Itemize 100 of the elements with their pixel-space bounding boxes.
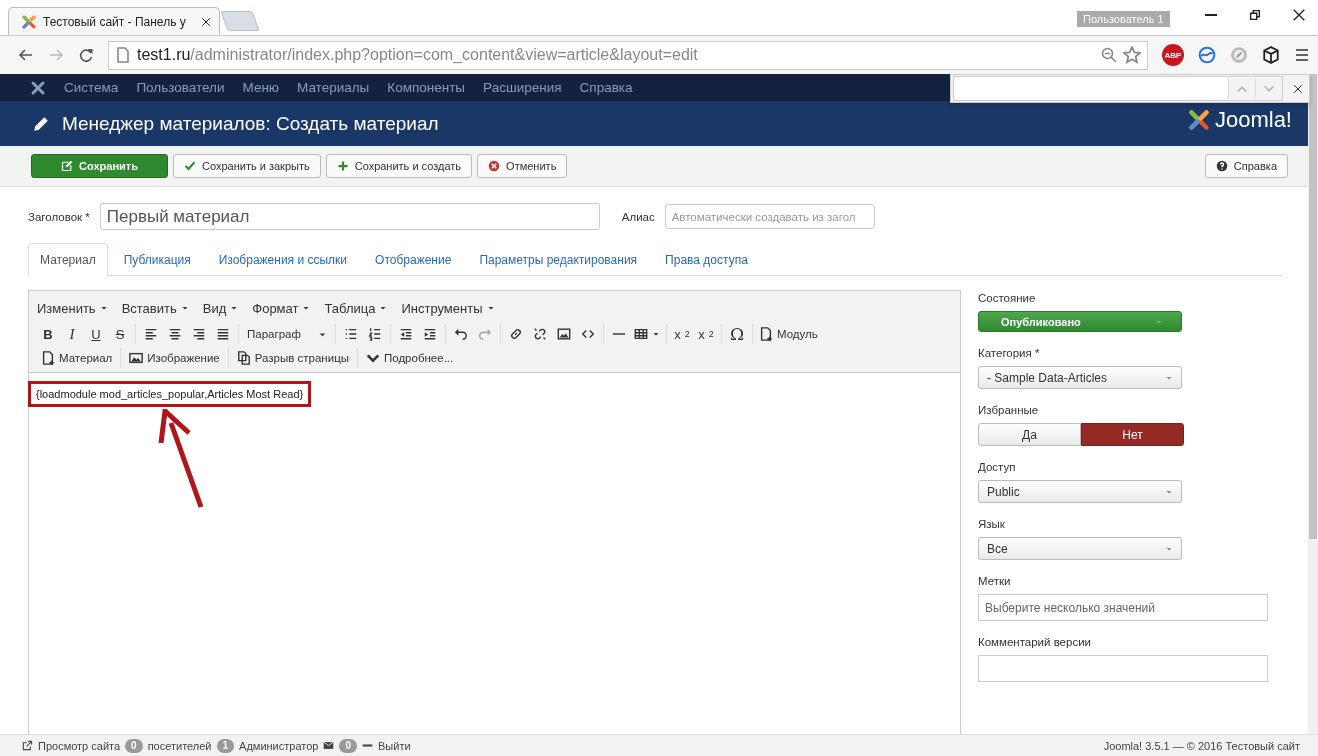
reload-button[interactable]: [78, 47, 94, 63]
address-bar[interactable]: test1.ru/administrator/index.php?option=com_content&view=article&layout=edit: [108, 40, 1148, 70]
adblock-button[interactable]: ABP: [1162, 44, 1184, 66]
editor-menu[interactable]: Вид: [202, 300, 239, 316]
scrollbar-thumb[interactable]: [1309, 74, 1317, 539]
toolbar-button[interactable]: Сохранить и создать: [325, 154, 473, 178]
form-tab[interactable]: Материал: [28, 243, 108, 276]
nav-menu-item[interactable]: Материалы: [297, 80, 370, 95]
form-tab[interactable]: Отображение: [363, 243, 464, 276]
field-label: Язык: [978, 518, 1006, 530]
nav-menu-item[interactable]: Меню: [242, 80, 279, 95]
editor-button[interactable]: x$^{2}$: [695, 324, 717, 344]
text-field[interactable]: [978, 655, 1268, 682]
toggle-option[interactable]: Нет: [1081, 423, 1184, 446]
nav-menu-item[interactable]: Расширения: [483, 80, 562, 95]
logout-link[interactable]: Выйти: [362, 739, 411, 752]
restore-button[interactable]: [1248, 8, 1262, 22]
caret-icon: [486, 304, 495, 312]
version-text: Joomla! 3.5.1 — © 2016 Тестовый сайт: [1103, 739, 1300, 752]
field-label: Категория *: [978, 347, 1041, 359]
form-tab[interactable]: Параметры редактирования: [467, 243, 650, 276]
editor-button[interactable]: Ω: [726, 324, 748, 344]
envelope-icon: [323, 740, 335, 751]
back-button[interactable]: [18, 47, 34, 63]
compass-icon: [1230, 46, 1248, 64]
align-left-icon: [144, 327, 158, 341]
editor-button[interactable]: Разрыв страницы: [232, 348, 353, 368]
find-close-button[interactable]: [1293, 83, 1303, 94]
count-badge: 1: [216, 738, 235, 753]
editor-button[interactable]: Материал: [37, 348, 117, 368]
nav-menu-item[interactable]: Пользователи: [136, 80, 225, 95]
close-button[interactable]: [1292, 8, 1306, 22]
dropdown[interactable]: - Sample Data-Articles: [978, 366, 1182, 389]
editor-menu[interactable]: Инструменты: [401, 300, 495, 316]
toolbar-button[interactable]: Сохранить и закрыть: [173, 154, 321, 178]
save-button[interactable]: Сохранить: [31, 154, 168, 178]
indent-icon: [423, 327, 437, 341]
editor-menu[interactable]: Таблица: [324, 300, 388, 316]
forward-icon: [48, 47, 64, 63]
logo-text: Joomla!: [1214, 107, 1292, 133]
tab-close-button[interactable]: [201, 16, 211, 27]
editor-menu[interactable]: Вставить: [121, 300, 189, 316]
close-icon: [201, 16, 211, 27]
cube-icon: [1262, 46, 1280, 64]
edit-icon: [61, 160, 74, 172]
editor-menu[interactable]: Изменить: [37, 300, 108, 316]
minimize-icon: [1204, 14, 1218, 16]
status-text: посетителей: [147, 739, 212, 752]
dropdown[interactable]: Все: [978, 537, 1182, 560]
nav-menu-item[interactable]: Система: [64, 80, 119, 95]
toggle-option[interactable]: Да: [978, 423, 1081, 446]
dropdown[interactable]: Public: [978, 480, 1182, 503]
editor-button[interactable]: B: [37, 324, 59, 344]
restore-icon: [1248, 8, 1262, 22]
form-tab[interactable]: Изображения и ссылки: [206, 243, 360, 276]
alias-field[interactable]: Автоматически создавать из загол: [664, 204, 875, 229]
check-icon: [184, 160, 196, 172]
editor-button[interactable]: Модуль: [757, 324, 820, 344]
field-label: Заголовок *: [28, 210, 90, 223]
editor-button[interactable]: I: [61, 324, 83, 344]
editor-button[interactable]: Изображение: [125, 348, 224, 368]
numbered-list-icon: [368, 327, 382, 341]
zoom-button[interactable]: [1101, 47, 1117, 63]
form-tab[interactable]: Публикация: [111, 243, 203, 276]
caret-icon: [302, 304, 311, 312]
url-text: test1.ru/administrator/index.php?option=com_content&view=article&layout=edit: [137, 46, 699, 64]
image-icon: [129, 351, 144, 365]
caret-icon: [379, 304, 388, 312]
nav-menu-item[interactable]: Справка: [579, 80, 633, 95]
extension-button[interactable]: [1262, 46, 1280, 64]
editor-button[interactable]: Подробнее...: [362, 348, 458, 368]
close-icon: [1292, 8, 1306, 22]
nav-menu-item[interactable]: Компоненты: [387, 80, 466, 95]
joomla-logo-icon: [21, 13, 37, 30]
dropdown[interactable]: Опубликовано: [978, 311, 1182, 332]
bookmark-button[interactable]: [1123, 46, 1141, 64]
link-icon: [509, 327, 523, 341]
help-button[interactable]: Справка: [1204, 154, 1288, 178]
field-label: Доступ: [978, 461, 1017, 473]
text-field[interactable]: Выберите несколько значений: [978, 594, 1268, 621]
menu-icon: [1294, 47, 1310, 63]
scrollbar[interactable]: [1308, 74, 1318, 734]
tab-title: Тестовый сайт - Панель у: [43, 14, 187, 29]
close-icon: [1293, 83, 1303, 94]
editor-button[interactable]: U: [85, 324, 107, 344]
editor-area[interactable]: {loadmodule mod_articles_popular,Articles Most Read}: [29, 373, 960, 734]
editor-button[interactable]: S: [109, 324, 131, 344]
joomla-logo-icon: [30, 79, 46, 96]
title-field[interactable]: Первый материал: [99, 203, 600, 230]
document-plus-icon: [41, 351, 55, 365]
field-label: Метки: [978, 575, 1012, 587]
toolbar-button[interactable]: Отменить: [477, 154, 568, 178]
editor-menu[interactable]: Формат: [252, 300, 311, 316]
browser-tab[interactable]: Тестовый сайт - Панель у: [8, 7, 220, 35]
format-dropdown[interactable]: Параграф: [243, 324, 331, 344]
browser-menu-button[interactable]: [1294, 47, 1310, 63]
joomla-logo-icon: [1186, 108, 1211, 132]
view-site-link[interactable]: Просмотр сайта: [22, 739, 121, 752]
form-tab[interactable]: Права доступа: [653, 243, 760, 276]
caret-icon: [99, 304, 108, 312]
